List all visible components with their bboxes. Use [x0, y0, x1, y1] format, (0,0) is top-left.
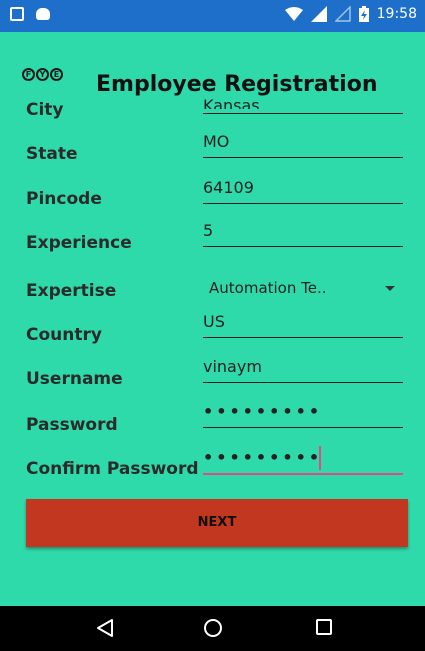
next-button[interactable]: NEXT	[26, 499, 408, 547]
logo-letter-e: E	[50, 68, 63, 81]
signal-empty-icon	[334, 6, 351, 22]
state-value: MO	[203, 132, 230, 151]
dropdown-caret-icon	[385, 286, 395, 291]
pincode-label: Pincode	[26, 189, 102, 209]
country-field[interactable]: US	[203, 312, 403, 338]
home-icon[interactable]	[203, 618, 223, 638]
text-cursor	[319, 446, 321, 470]
logo-letter-f: F	[22, 68, 35, 81]
country-label: Country	[26, 325, 102, 345]
username-label: Username	[26, 369, 123, 389]
photo-icon	[10, 7, 24, 21]
username-value: vinaym	[203, 357, 262, 376]
wifi-icon	[284, 7, 303, 21]
confirm-password-label: Confirm Password	[26, 459, 199, 479]
confirm-password-value: •••••••••	[203, 448, 323, 467]
username-field[interactable]: vinaym	[203, 357, 403, 383]
pincode-value: 64109	[203, 178, 254, 197]
experience-field[interactable]: 5	[203, 221, 403, 247]
pincode-field[interactable]: 64109	[203, 178, 403, 204]
recents-icon[interactable]	[315, 618, 333, 636]
experience-label: Experience	[26, 233, 132, 253]
status-time: 19:58	[376, 6, 417, 22]
city-value: Kansas	[203, 96, 260, 115]
password-label: Password	[26, 415, 118, 435]
confirm-password-field[interactable]: •••••••••	[203, 446, 403, 475]
state-label: State	[26, 144, 78, 164]
logo-letter-y: Y	[36, 68, 49, 81]
experience-value: 5	[203, 221, 214, 240]
city-label: City	[26, 100, 64, 120]
state-field[interactable]: MO	[203, 132, 403, 158]
back-icon[interactable]	[96, 618, 114, 638]
password-field[interactable]: •••••••••	[203, 402, 403, 428]
battery-charging-icon	[358, 6, 369, 22]
city-field[interactable]: Kansas	[203, 88, 403, 114]
password-value: •••••••••	[203, 402, 323, 421]
expertise-label: Expertise	[26, 281, 117, 301]
fye-logo: F Y E	[22, 68, 63, 81]
country-value: US	[203, 312, 225, 331]
status-bar: 19:58	[0, 0, 425, 32]
android-icon	[36, 8, 50, 20]
expertise-value: Automation Te..	[209, 279, 327, 297]
expertise-dropdown[interactable]: Automation Te..	[209, 276, 401, 302]
signal-icon	[310, 6, 327, 22]
navigation-bar	[0, 606, 425, 651]
